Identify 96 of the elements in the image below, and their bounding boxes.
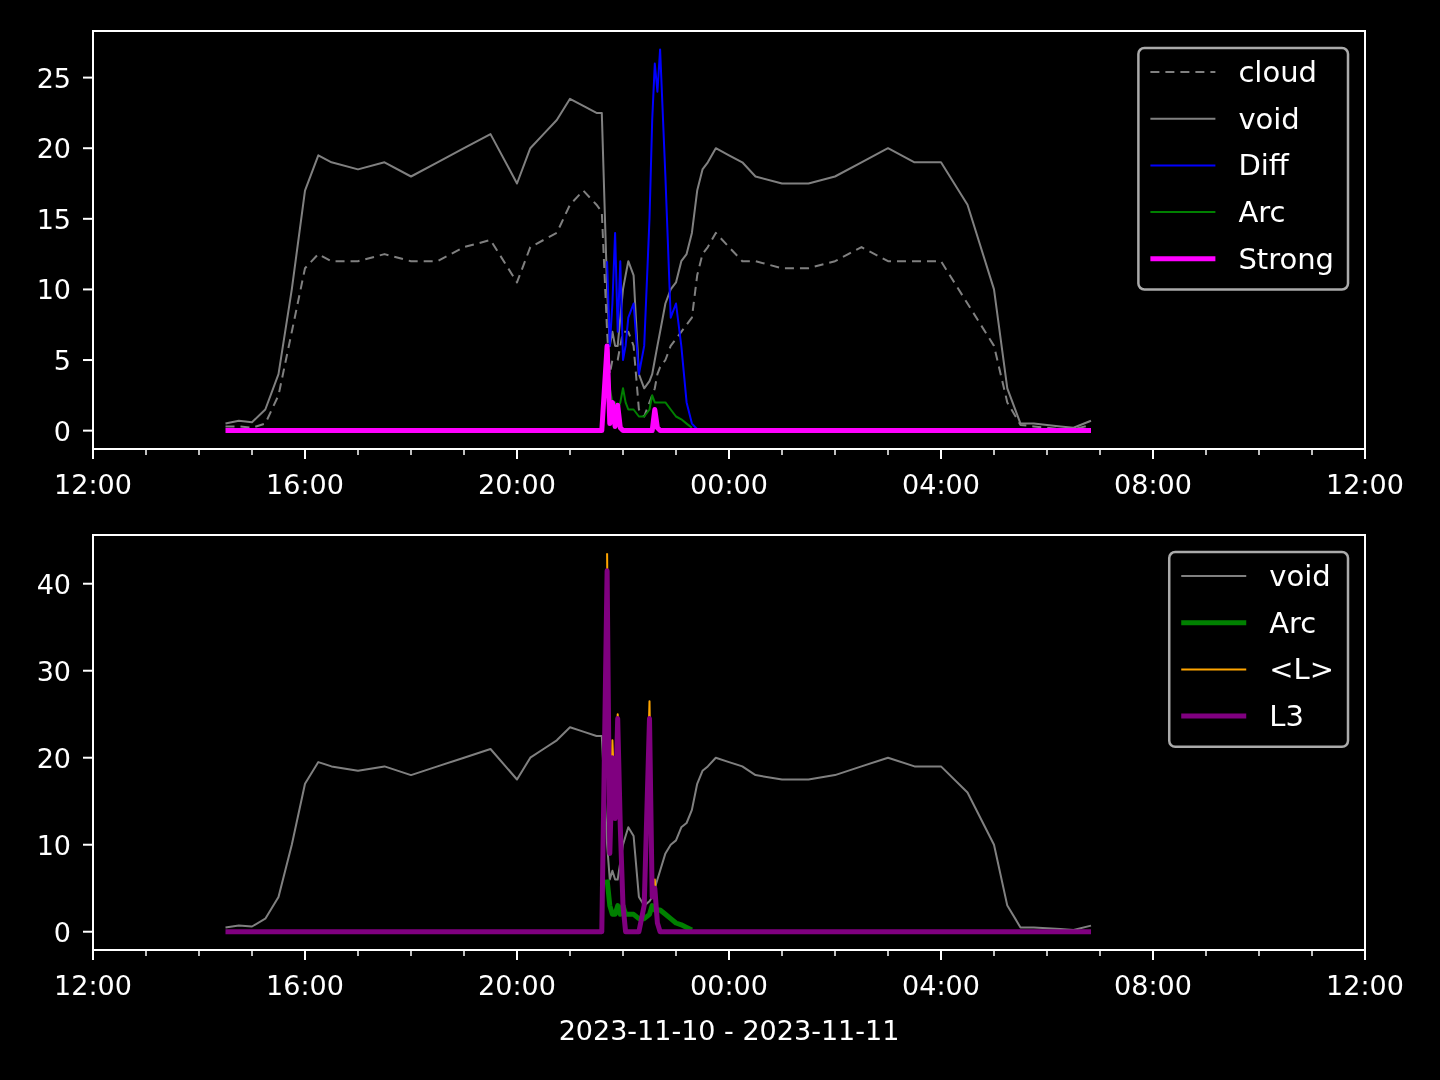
minor-tick bbox=[622, 448, 624, 456]
x-tick-label: 00:00 bbox=[690, 469, 768, 500]
tick-mark bbox=[92, 448, 94, 460]
minor-tick bbox=[1046, 949, 1048, 957]
y-tick-label: 0 bbox=[53, 415, 71, 447]
tick-mark bbox=[304, 448, 306, 460]
tick-mark bbox=[82, 76, 94, 79]
legend-label: Strong bbox=[1238, 241, 1334, 276]
minor-tick bbox=[1258, 949, 1260, 957]
minor-tick bbox=[887, 448, 889, 456]
y-tick-label: 0 bbox=[53, 916, 71, 948]
tick-mark bbox=[92, 949, 94, 961]
tick-mark bbox=[82, 669, 94, 672]
minor-tick bbox=[1046, 448, 1048, 456]
minor-tick bbox=[251, 949, 253, 957]
legend-label: Diff bbox=[1238, 148, 1289, 183]
minor-tick bbox=[1205, 448, 1207, 456]
minor-tick bbox=[251, 448, 253, 456]
minor-tick bbox=[675, 448, 677, 456]
minor-tick bbox=[1099, 949, 1101, 957]
tick-mark bbox=[1364, 448, 1366, 460]
tick-mark bbox=[728, 949, 730, 961]
tick-mark bbox=[82, 429, 94, 432]
minor-tick bbox=[463, 949, 465, 957]
y-tick-label: 15 bbox=[36, 203, 71, 235]
minor-tick bbox=[834, 448, 836, 456]
minor-tick bbox=[569, 949, 571, 957]
x-tick-label: 04:00 bbox=[902, 469, 980, 500]
x-tick-label: 12:00 bbox=[1326, 970, 1404, 1001]
x-tick-label: 08:00 bbox=[1114, 469, 1192, 500]
x-tick-label: 12:00 bbox=[1326, 469, 1404, 500]
minor-tick bbox=[410, 949, 412, 957]
y-tick-label: 40 bbox=[36, 568, 71, 600]
y-tick-label: 25 bbox=[36, 62, 71, 94]
minor-tick bbox=[622, 949, 624, 957]
tick-mark bbox=[82, 217, 94, 220]
minor-tick bbox=[357, 448, 359, 456]
x-tick-label: 20:00 bbox=[478, 469, 556, 500]
x-tick-label: 04:00 bbox=[902, 970, 980, 1001]
minor-tick bbox=[357, 949, 359, 957]
tick-mark bbox=[940, 949, 942, 961]
tick-mark bbox=[82, 147, 94, 150]
tick-mark bbox=[82, 288, 94, 291]
x-tick-label: 20:00 bbox=[478, 970, 556, 1001]
legend-label: void bbox=[1269, 559, 1331, 593]
minor-tick bbox=[198, 949, 200, 957]
x-tick-label: 16:00 bbox=[266, 970, 344, 1001]
x-axis-label: 2023-11-10 - 2023-11-11 bbox=[558, 1015, 900, 1046]
legend-label: Arc bbox=[1269, 605, 1317, 640]
y-tick-label: 20 bbox=[36, 133, 71, 165]
y-tick-label: 10 bbox=[36, 274, 71, 306]
minor-tick bbox=[781, 949, 783, 957]
tick-mark bbox=[516, 949, 518, 961]
legend-label: Arc bbox=[1238, 195, 1286, 230]
x-tick-label: 12:00 bbox=[54, 469, 132, 500]
minor-tick bbox=[145, 448, 147, 456]
legend-label: void bbox=[1238, 101, 1300, 136]
tick-mark bbox=[516, 448, 518, 460]
minor-tick bbox=[463, 448, 465, 456]
x-tick-label: 16:00 bbox=[266, 469, 344, 500]
tick-mark bbox=[1364, 949, 1366, 961]
x-tick-label: 08:00 bbox=[1114, 970, 1192, 1001]
y-tick-label: 30 bbox=[36, 655, 71, 687]
legend-label: cloud bbox=[1238, 55, 1317, 89]
y-tick-label: 20 bbox=[36, 742, 71, 774]
minor-tick bbox=[410, 448, 412, 456]
minor-tick bbox=[887, 949, 889, 957]
tick-mark bbox=[304, 949, 306, 961]
tick-mark bbox=[82, 930, 94, 933]
minor-tick bbox=[1205, 949, 1207, 957]
legend-label: <L> bbox=[1269, 652, 1334, 687]
minor-tick bbox=[1099, 448, 1101, 456]
tick-mark bbox=[82, 756, 94, 759]
tick-mark bbox=[82, 582, 94, 585]
legend-label: L3 bbox=[1269, 699, 1304, 734]
tick-mark bbox=[82, 843, 94, 846]
minor-tick bbox=[1311, 949, 1313, 957]
tick-mark bbox=[1152, 448, 1154, 460]
minor-tick bbox=[834, 949, 836, 957]
tick-mark bbox=[82, 359, 94, 362]
x-tick-label: 12:00 bbox=[54, 970, 132, 1001]
minor-tick bbox=[1258, 448, 1260, 456]
minor-tick bbox=[993, 448, 995, 456]
tick-mark bbox=[940, 448, 942, 460]
minor-tick bbox=[993, 949, 995, 957]
y-tick-label: 10 bbox=[36, 829, 71, 861]
tick-mark bbox=[1152, 949, 1154, 961]
minor-tick bbox=[1311, 448, 1313, 456]
x-tick-label: 00:00 bbox=[690, 970, 768, 1001]
minor-tick bbox=[781, 448, 783, 456]
y-tick-label: 5 bbox=[53, 345, 71, 377]
tick-mark bbox=[728, 448, 730, 460]
minor-tick bbox=[198, 448, 200, 456]
minor-tick bbox=[569, 448, 571, 456]
minor-tick bbox=[145, 949, 147, 957]
minor-tick bbox=[675, 949, 677, 957]
